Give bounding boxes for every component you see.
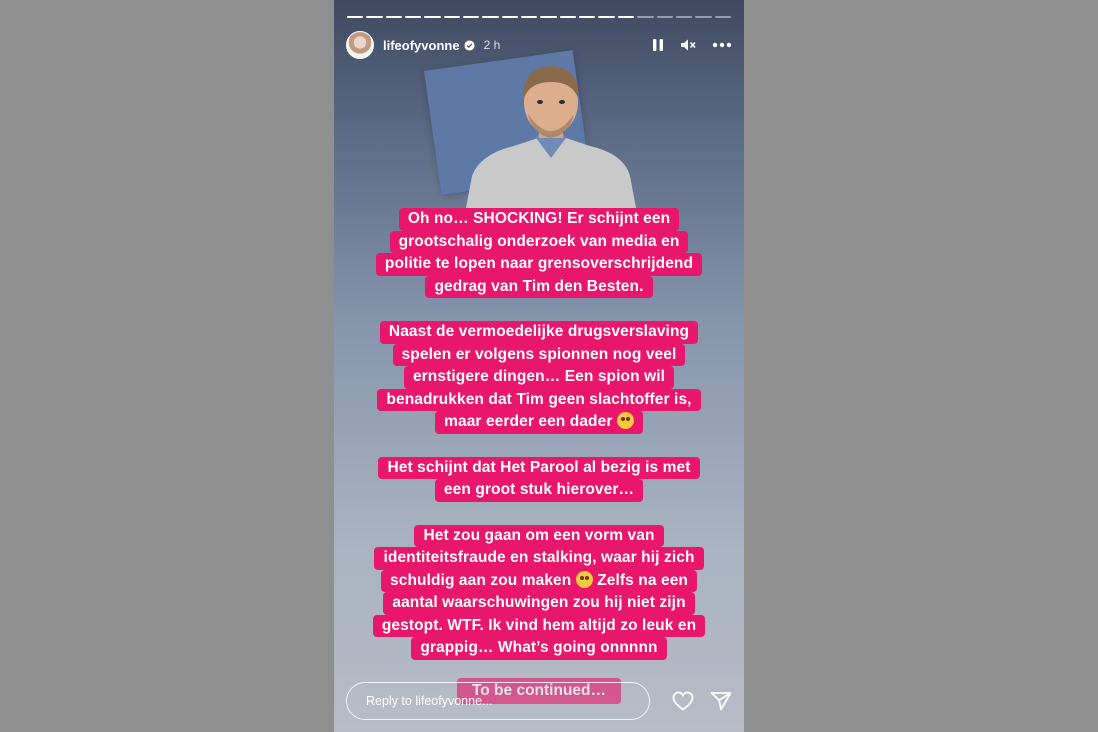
progress-segment	[405, 16, 422, 18]
reply-input[interactable]: Reply to lifeofyvonne...	[346, 682, 650, 720]
story-progress-bar	[347, 16, 731, 19]
progress-segment	[366, 16, 383, 18]
text-line: grappig… What’s going onnnnn	[411, 637, 667, 660]
progress-segment	[540, 16, 557, 18]
text-block: Het zou gaan om een vorm van identiteitsf…	[372, 524, 706, 660]
text-line: grootschalig onderzoek van media en	[389, 230, 689, 253]
text-line: spelen er volgens spionnen nog veel	[392, 343, 686, 366]
progress-segment	[424, 16, 441, 18]
progress-segment	[598, 16, 615, 18]
progress-segment	[559, 16, 577, 18]
text-line: Naast de vermoedelijke drugsverslaving	[379, 321, 699, 344]
progress-segment	[695, 16, 712, 18]
text-line: ernstigere dingen… Een spion wil	[403, 366, 675, 389]
avatar[interactable]	[346, 31, 374, 59]
text-line: maar eerder een dader	[435, 411, 643, 434]
story-viewer[interactable]: lifeofyvonne 2 h Oh no… SHOCKING! Er sch…	[334, 0, 744, 732]
mute-icon[interactable]	[680, 38, 696, 52]
progress-segment	[501, 16, 519, 18]
heart-icon[interactable]	[672, 691, 694, 711]
pause-icon[interactable]	[652, 38, 664, 52]
text-block: Het schijnt dat Het Parool al bezig is m…	[378, 456, 700, 502]
progress-segment	[637, 16, 654, 18]
text-line: gestopt. WTF. Ik vind hem altijd zo leuk…	[372, 614, 706, 637]
text-line: benadrukken dat Tim geen slachtoffer is,	[377, 388, 701, 411]
text-line: Het zou gaan om een vorm van	[414, 524, 664, 547]
reply-placeholder: Reply to lifeofyvonne...	[366, 694, 493, 708]
username[interactable]: lifeofyvonne	[383, 38, 460, 53]
text-block: Oh no… SHOCKING! Er schijnt een grootscha…	[375, 208, 703, 298]
more-icon[interactable]	[712, 42, 732, 48]
progress-segment	[347, 16, 364, 18]
send-icon[interactable]	[710, 691, 732, 711]
text-line: Het schijnt dat Het Parool al bezig is m…	[378, 456, 700, 479]
progress-segment	[714, 16, 731, 18]
story-footer: Reply to lifeofyvonne...	[346, 681, 732, 721]
progress-segment	[482, 16, 499, 18]
progress-segment	[617, 16, 635, 18]
post-time: 2 h	[483, 38, 501, 52]
progress-segment	[521, 16, 538, 18]
text-line: Oh no… SHOCKING! Er schijnt een	[398, 208, 680, 231]
flushed-face-emoji	[616, 412, 634, 429]
flushed-face-emoji	[575, 570, 593, 588]
text-line: een groot stuk hierover…	[434, 479, 644, 502]
text-line: politie te lopen naar grensoverschrijden…	[375, 253, 703, 276]
progress-segment	[579, 16, 596, 18]
progress-segment	[675, 16, 693, 18]
progress-segment	[463, 16, 480, 18]
text-line: aantal waarschuwingen zou hij niet zijn	[383, 592, 695, 615]
story-text: Oh no… SHOCKING! Er schijnt een grootscha…	[334, 208, 744, 683]
text-block: Naast de vermoedelijke drugsverslaving sp…	[377, 321, 701, 434]
verified-badge-icon	[464, 39, 475, 51]
progress-segment	[656, 16, 673, 18]
text-line: identiteitsfraude en stalking, waar hij …	[374, 547, 704, 570]
text-line: schuldig aan zou maken Zelfs na een	[381, 569, 697, 592]
progress-segment	[385, 16, 403, 18]
person-photo	[466, 66, 636, 208]
progress-segment	[443, 16, 461, 18]
text-line: gedrag van Tim den Besten.	[425, 275, 653, 298]
